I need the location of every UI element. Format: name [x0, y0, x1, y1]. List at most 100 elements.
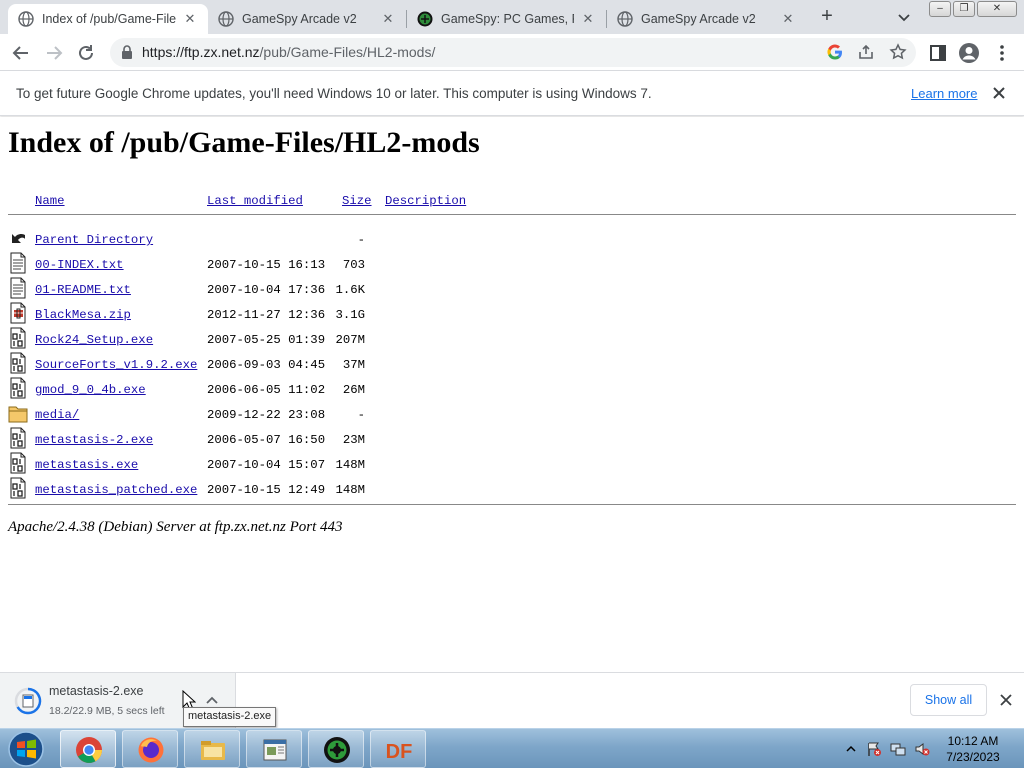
tab-index-of-pub[interactable]: Index of /pub/Game-Files ✕ [8, 4, 208, 34]
url-path: /pub/Game-Files/HL2-mods/ [259, 44, 436, 60]
file-size: 148M [335, 483, 365, 497]
side-panel-icon[interactable] [927, 42, 949, 64]
table-row: media/2009-12-22 23:08 - [0, 402, 1024, 427]
file-size: 37M [342, 358, 365, 372]
maximize-button[interactable]: ❐ [953, 1, 975, 17]
file-link[interactable]: 01-README.txt [35, 283, 131, 297]
tab-title: GameSpy Arcade v2 [641, 12, 756, 26]
divider [8, 214, 1016, 215]
text-file-icon [10, 252, 26, 274]
taskbar-gamespy[interactable] [308, 730, 364, 768]
show-hidden-icons-icon[interactable] [843, 741, 859, 757]
action-center-flag-icon[interactable] [866, 741, 882, 757]
table-row: Rock24_Setup.exe 2007-05-25 01:39 207M [0, 327, 1024, 352]
file-link[interactable]: Rock24_Setup.exe [35, 333, 153, 347]
file-link[interactable]: gmod_9_0_4b.exe [35, 383, 146, 397]
forward-arrow-icon[interactable] [43, 42, 65, 64]
infobar-message: To get future Google Chrome updates, you… [16, 86, 652, 101]
sort-by-modified-link[interactable]: Last modified [207, 194, 303, 208]
taskbar-file-explorer[interactable] [184, 730, 240, 768]
download-progress-icon [14, 687, 42, 715]
file-link[interactable]: BlackMesa.zip [35, 308, 131, 322]
file-link[interactable]: metastasis_patched.exe [35, 483, 197, 497]
network-icon[interactable] [890, 741, 906, 757]
tab-gamespy-arcade-1[interactable]: GameSpy Arcade v2 ✕ [208, 4, 406, 34]
url-text[interactable]: https://ftp.zx.net.nz/pub/Game-Files/HL2… [142, 44, 435, 60]
page-content: Index of /pub/Game-Files/HL2-mods Name L… [0, 117, 1024, 672]
file-link[interactable]: Parent Directory [35, 233, 153, 247]
file-modified: 2007-10-15 12:49 [207, 483, 326, 497]
update-infobar: To get future Google Chrome updates, you… [0, 71, 1024, 116]
file-modified: 2009-12-22 23:08 [207, 408, 326, 422]
tab-title: GameSpy Arcade v2 [242, 12, 357, 26]
taskbar-document-viewer[interactable] [246, 730, 302, 768]
sort-by-size-link[interactable]: Size [342, 194, 372, 208]
binary-file-icon [10, 477, 26, 499]
table-row: metastasis.exe 2007-10-04 15:07 148M [0, 452, 1024, 477]
file-link[interactable]: metastasis-2.exe [35, 433, 153, 447]
learn-more-link[interactable]: Learn more [911, 86, 977, 101]
binary-file-icon [10, 377, 26, 399]
file-link[interactable]: metastasis.exe [35, 458, 138, 472]
column-header-size[interactable]: Size [342, 194, 372, 208]
tab-title: GameSpy: PC Games, Rev [441, 12, 574, 26]
windows-start-icon[interactable] [4, 730, 48, 768]
file-link[interactable]: media/ [35, 408, 79, 422]
taskbar-df[interactable]: DF [370, 730, 426, 768]
download-tooltip: metastasis-2.exe [183, 707, 277, 727]
file-explorer-icon [201, 741, 225, 760]
close-icon[interactable] [998, 692, 1014, 708]
sort-by-name-link[interactable]: Name [35, 194, 65, 208]
sort-by-description-link[interactable]: Description [385, 194, 466, 208]
divider [8, 504, 1016, 505]
file-modified: 2006-09-03 04:45 [207, 358, 326, 372]
file-size: 26M [342, 383, 365, 397]
table-row: metastasis-2.exe 2006-05-07 16:50 23M [0, 427, 1024, 452]
folder-icon [8, 406, 28, 423]
tab-gamespy-arcade-2[interactable]: GameSpy Arcade v2 ✕ [607, 4, 806, 34]
file-modified: 2007-10-04 17:36 [207, 283, 326, 297]
file-modified: 2007-10-04 15:07 [207, 458, 326, 472]
file-size: - [357, 408, 365, 422]
file-size: 207M [335, 333, 365, 347]
minimize-button[interactable]: – [929, 1, 951, 17]
bookmark-star-icon[interactable] [889, 43, 907, 61]
globe-icon [218, 11, 234, 27]
file-link[interactable]: SourceForts_v1.9.2.exe [35, 358, 197, 372]
system-clock[interactable]: 10:12 AM 7/23/2023 [940, 733, 1006, 765]
close-tab-icon[interactable]: ✕ [182, 11, 198, 27]
file-link[interactable]: 00-INDEX.txt [35, 258, 124, 272]
reload-icon[interactable] [75, 42, 97, 64]
more-menu-icon[interactable] [991, 42, 1013, 64]
new-tab-button[interactable]: + [816, 6, 838, 28]
taskbar-chrome[interactable] [60, 730, 116, 768]
gamespy-favicon-icon [417, 11, 433, 27]
binary-file-icon [10, 327, 26, 349]
profile-avatar-icon[interactable] [958, 42, 980, 64]
table-row: SourceForts_v1.9.2.exe 2006-09-03 04:45 37… [0, 352, 1024, 377]
show-all-button[interactable]: Show all [910, 684, 987, 716]
back-arrow-icon[interactable] [10, 42, 32, 64]
address-bar[interactable]: https://ftp.zx.net.nz/pub/Game-Files/HL2… [110, 38, 916, 67]
file-size: 703 [342, 258, 365, 272]
close-window-button[interactable]: ✕ [977, 1, 1017, 17]
column-header-modified[interactable]: Last modified [207, 194, 303, 208]
close-tab-icon[interactable]: ✕ [780, 11, 796, 27]
column-header-description[interactable]: Description [385, 194, 466, 208]
close-icon[interactable] [990, 84, 1008, 102]
close-tab-icon[interactable]: ✕ [380, 11, 396, 27]
close-tab-icon[interactable]: ✕ [580, 11, 596, 27]
volume-muted-icon[interactable] [914, 741, 930, 757]
share-icon[interactable] [857, 43, 875, 61]
binary-file-icon [10, 452, 26, 474]
file-size: 1.6K [335, 283, 365, 297]
tab-gamespy-pc-games[interactable]: GameSpy: PC Games, Rev ✕ [407, 4, 606, 34]
globe-icon [18, 11, 34, 27]
windows-taskbar: DF 10:12 AM 7/23/2023 [0, 728, 1024, 768]
lock-icon[interactable] [120, 45, 134, 60]
taskbar-firefox[interactable] [122, 730, 178, 768]
google-icon[interactable] [826, 43, 844, 61]
column-header-name[interactable]: Name [35, 194, 65, 208]
globe-icon [617, 11, 633, 27]
chevron-down-icon[interactable] [894, 7, 914, 27]
